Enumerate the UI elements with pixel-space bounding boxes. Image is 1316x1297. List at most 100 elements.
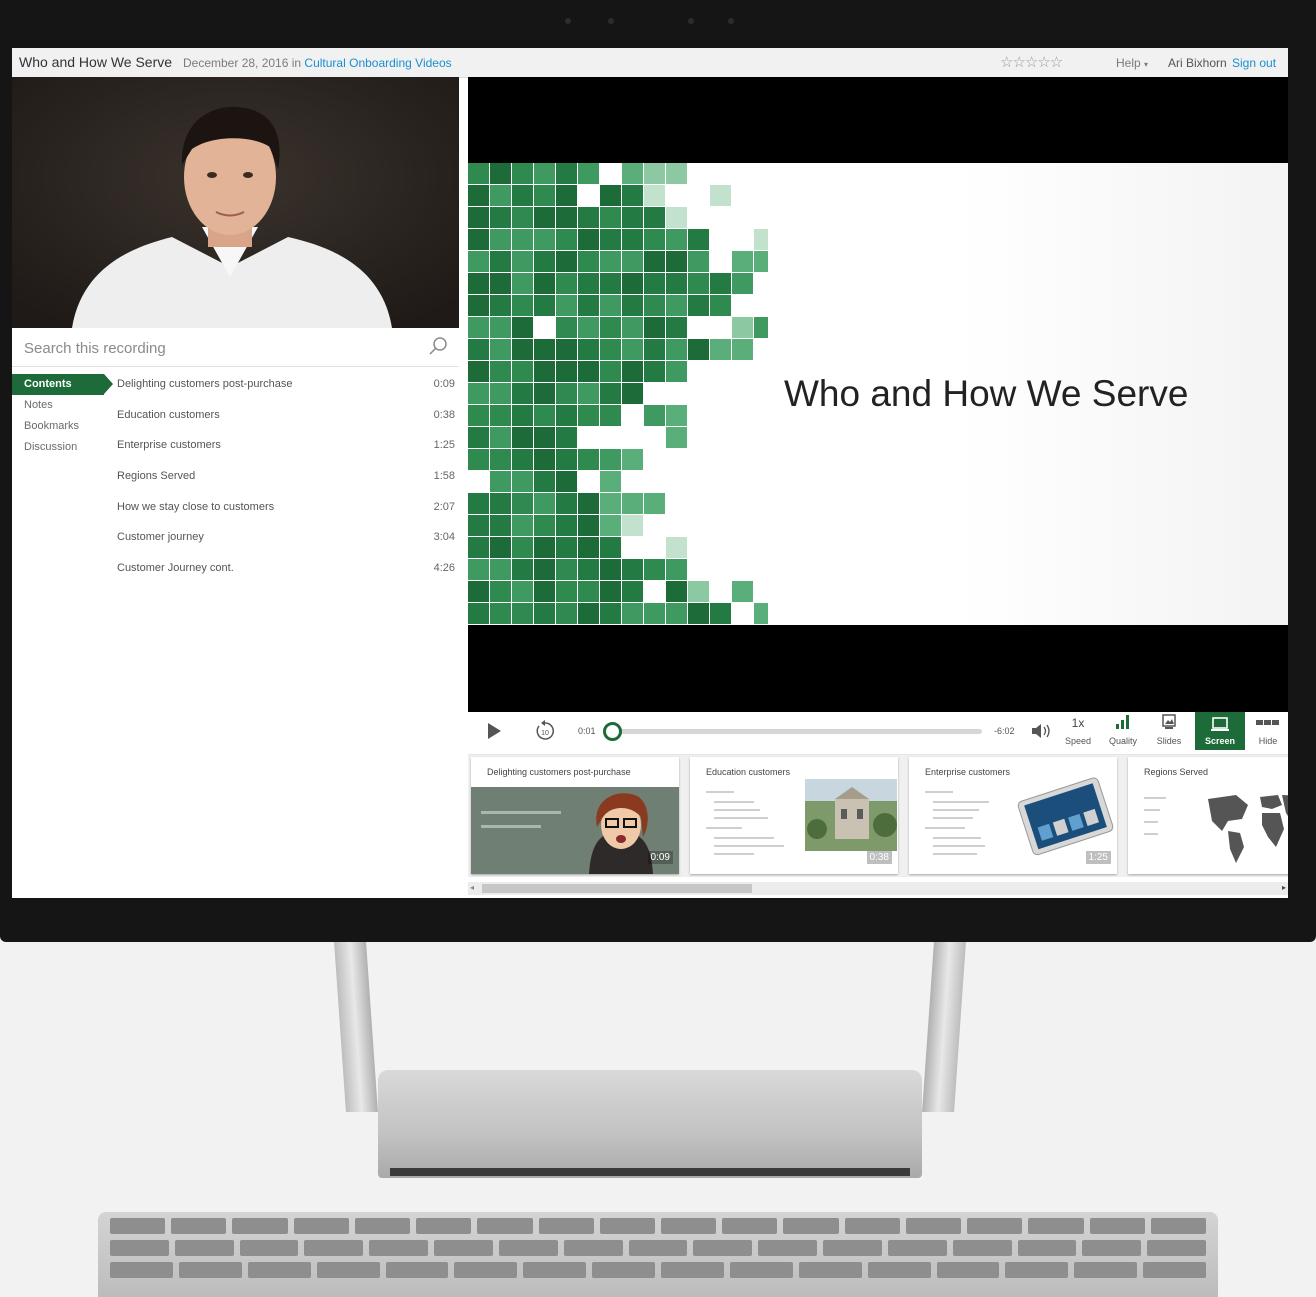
scroll-left-icon[interactable]: ◂ <box>470 883 474 892</box>
slide-view: Who and How We Serve <box>468 163 1288 625</box>
thumbnail-time: 1:25 <box>1085 851 1111 864</box>
presenter-video[interactable] <box>12 77 459 328</box>
chapter-title: Customer journey <box>117 531 204 544</box>
slides-button[interactable]: Slides <box>1148 714 1190 750</box>
tablet-image <box>1017 777 1114 856</box>
chapter-title: Customer Journey cont. <box>117 562 234 575</box>
svg-text:10: 10 <box>541 730 549 737</box>
chapter-list: Delighting customers post-purchase 0:09 E… <box>117 374 455 589</box>
help-label: Help <box>1116 56 1141 70</box>
search-icon[interactable] <box>428 336 448 361</box>
chapter-time: 0:09 <box>433 378 455 390</box>
thumbnail-card[interactable]: Regions Served <box>1128 757 1288 874</box>
scroll-right-icon[interactable]: ▸ <box>1282 883 1286 892</box>
chapter-time: 2:07 <box>433 500 455 513</box>
thumbnail-card[interactable]: Education customers 0:38 <box>690 757 898 874</box>
camera-icon <box>565 18 571 24</box>
player-controls: 10 0:01 -6:02 1x Speed Quality Slides Sc… <box>468 712 1288 755</box>
chapter-time: 0:38 <box>433 408 455 421</box>
slide-player[interactable]: Who and How We Serve <box>468 77 1288 712</box>
speed-label: Speed <box>1064 736 1092 746</box>
seek-bar[interactable] <box>603 722 982 741</box>
search-bar <box>12 328 459 367</box>
elapsed-time: 0:01 <box>578 726 596 736</box>
seek-handle[interactable] <box>603 722 623 741</box>
chapter-title: Delighting customers post-purchase <box>117 378 293 390</box>
chapter-item[interactable]: Enterprise customers 1:25 <box>117 435 455 466</box>
side-tabs: Contents Notes Bookmarks Discussion <box>12 374 113 458</box>
volume-icon[interactable] <box>1031 722 1053 745</box>
scrollbar-thumb[interactable] <box>482 884 752 893</box>
chapter-time: 3:04 <box>433 531 455 544</box>
play-icon[interactable] <box>486 722 502 745</box>
search-input[interactable] <box>22 334 416 362</box>
stand-arm-right <box>922 942 966 1112</box>
chapter-time: 4:26 <box>433 562 455 575</box>
signal-bars-icon <box>1116 715 1129 729</box>
thumbnail-time: 0:09 <box>647 851 673 864</box>
chevron-down-icon: ▾ <box>1144 60 1149 69</box>
chapter-item[interactable]: Delighting customers post-purchase 0:09 <box>117 374 455 405</box>
stand-arm-left <box>334 942 378 1112</box>
thumbnail-card[interactable]: Enterprise customers 1:25 <box>909 757 1117 874</box>
slides-label: Slides <box>1156 736 1182 746</box>
thumbnail-card[interactable]: Delighting customers post-purchase 0:09 <box>471 757 679 874</box>
speed-button[interactable]: 1x Speed <box>1058 716 1100 750</box>
slide-thumbnails: Delighting customers post-purchase 0:09 … <box>468 755 1288 877</box>
chapter-title: Education customers <box>117 408 220 421</box>
slide-decoration <box>468 163 768 624</box>
remaining-time: -6:02 <box>994 726 1015 736</box>
quality-button[interactable]: Quality <box>1102 714 1144 750</box>
slide-title: Who and How We Serve <box>784 373 1189 414</box>
chapter-item[interactable]: Customer Journey cont. 4:26 <box>117 558 455 589</box>
thumbnail-title: Enterprise customers <box>925 767 1011 777</box>
chapter-item[interactable]: How we stay close to customers 2:07 <box>117 497 455 528</box>
app-window: Who and How We Serve December 28, 2016 i… <box>12 48 1288 898</box>
thumbnail-title: Education customers <box>706 767 791 777</box>
hide-label: Hide <box>1258 736 1278 746</box>
chapter-time: 1:25 <box>433 439 455 452</box>
chapter-title: Regions Served <box>117 470 196 483</box>
screen-label: Screen <box>1204 736 1236 746</box>
base-vent <box>390 1168 910 1176</box>
user-name: Ari Bixhorn <box>1168 56 1227 70</box>
quality-label: Quality <box>1108 736 1137 746</box>
rewind-10-icon[interactable]: 10 <box>534 720 556 747</box>
camera-icon <box>608 18 614 24</box>
chapter-item[interactable]: Regions Served 1:58 <box>117 466 455 497</box>
tab-notes[interactable]: Notes <box>12 395 108 416</box>
campus-image <box>805 779 897 851</box>
channel-link[interactable]: Cultural Onboarding Videos <box>304 56 451 70</box>
sign-out-link[interactable]: Sign out <box>1232 56 1276 70</box>
thumbnail-time: 0:38 <box>866 851 892 864</box>
recording-meta: December 28, 2016 in Cultural Onboarding… <box>183 56 452 70</box>
hide-icon <box>1256 720 1279 725</box>
thumbnail-title: Delighting customers post-purchase <box>487 767 631 777</box>
top-bar: Who and How We Serve December 28, 2016 i… <box>12 48 1288 78</box>
keyboard <box>98 1212 1218 1297</box>
tab-contents[interactable]: Contents <box>12 374 113 395</box>
thumbnail-scrollbar[interactable]: ◂ ▸ <box>468 882 1288 895</box>
page-title: Who and How We Serve <box>19 54 173 70</box>
screen-button[interactable]: Screen <box>1195 712 1245 750</box>
chapter-item[interactable]: Education customers 0:38 <box>117 405 455 436</box>
hide-button[interactable]: Hide <box>1248 714 1288 750</box>
chapter-title: Enterprise customers <box>117 439 221 452</box>
presenter-image <box>12 77 459 328</box>
star-rating[interactable]: ☆☆☆☆☆ <box>1000 53 1063 71</box>
camera-icon <box>688 18 694 24</box>
monitor-base <box>378 1070 922 1178</box>
slides-icon <box>1162 714 1176 729</box>
tab-bookmarks[interactable]: Bookmarks <box>12 416 108 437</box>
date-text: December 28, 2016 in <box>183 56 302 70</box>
help-menu[interactable]: Help ▾ <box>1116 56 1148 70</box>
chapter-item[interactable]: Customer journey 3:04 <box>117 527 455 558</box>
chapter-title: How we stay close to customers <box>117 500 275 513</box>
camera-icon <box>728 18 734 24</box>
tab-discussion[interactable]: Discussion <box>12 437 108 458</box>
chapter-time: 1:58 <box>433 470 455 483</box>
thumbnail-title: Regions Served <box>1144 767 1209 777</box>
speed-value: 1x <box>1071 716 1085 730</box>
world-map-image <box>1208 795 1288 863</box>
monitor-icon <box>1211 717 1229 731</box>
